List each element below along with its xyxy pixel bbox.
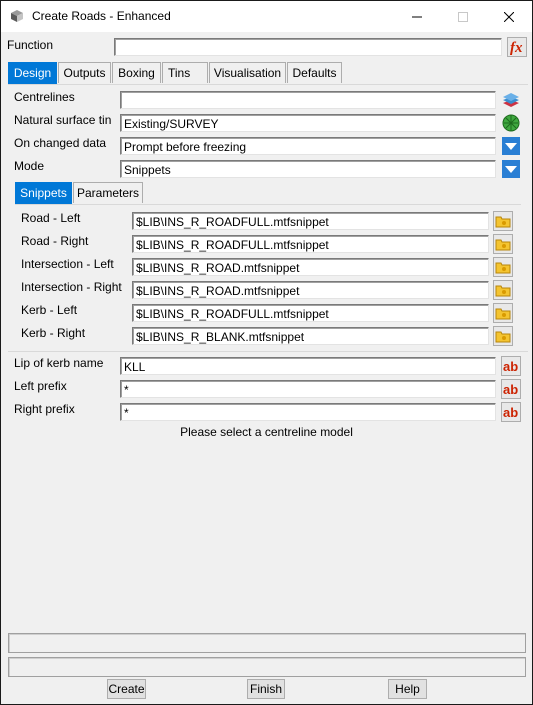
tab-divider: [8, 84, 528, 85]
tab-defaults[interactable]: Defaults: [287, 62, 342, 83]
right-prefix-text-button[interactable]: ab: [501, 402, 521, 422]
folder-icon: [495, 308, 511, 320]
mode-select[interactable]: Snippets: [120, 160, 496, 178]
centrelines-label: Centrelines: [14, 90, 75, 104]
function-label: Function: [7, 38, 54, 52]
triangle-down-icon: [502, 160, 520, 178]
tab-snippets[interactable]: Snippets: [15, 182, 72, 204]
sub-tabs: Snippets Parameters: [15, 182, 521, 204]
tin-globe-icon: [502, 114, 520, 132]
snippet-browse-button[interactable]: [493, 211, 513, 231]
folder-icon: [495, 239, 511, 251]
natural-surface-tin-input[interactable]: Existing/SURVEY: [120, 114, 496, 132]
snippet-file-input[interactable]: $LIB\INS_R_ROADFULL.mtfsnippet: [132, 235, 489, 253]
snippet-label: Road - Right: [21, 234, 89, 248]
snippet-browse-button[interactable]: [493, 326, 513, 346]
svg-text:ab: ab: [503, 382, 518, 397]
centrelines-input[interactable]: [120, 91, 496, 109]
snippet-label: Intersection - Left: [21, 257, 114, 271]
centrelines-pick-button[interactable]: [501, 90, 521, 110]
snippet-label: Road - Left: [21, 211, 81, 225]
snippet-browse-button[interactable]: [493, 257, 513, 277]
finish-button[interactable]: Finish: [247, 679, 285, 699]
dialog-window: Create Roads - Enhanced Function fx Desi…: [0, 0, 533, 705]
snippet-browse-button[interactable]: [493, 280, 513, 300]
svg-text:ab: ab: [503, 405, 518, 420]
on-changed-data-select[interactable]: Prompt before freezing: [120, 137, 496, 155]
minimize-button[interactable]: [394, 1, 440, 32]
ab-text-icon: ab: [503, 359, 518, 374]
sub-tab-divider: [15, 204, 521, 205]
snippet-file-input[interactable]: $LIB\INS_R_BLANK.mtfsnippet: [132, 327, 489, 345]
snippet-label: Intersection - Right: [21, 280, 122, 294]
maximize-icon: [458, 11, 468, 22]
snippet-label: Kerb - Left: [21, 303, 78, 317]
window-title: Create Roads - Enhanced: [32, 9, 171, 23]
svg-text:ab: ab: [503, 359, 518, 374]
on-changed-data-dropdown-button[interactable]: [501, 136, 521, 156]
snippet-label: Kerb - Right: [21, 326, 86, 340]
svg-text:fx: fx: [510, 40, 523, 56]
layers-icon: [503, 93, 519, 107]
mode-dropdown-button[interactable]: [501, 159, 521, 179]
section-divider: [8, 351, 528, 352]
snippet-file-input[interactable]: $LIB\INS_R_ROAD.mtfsnippet: [132, 258, 489, 276]
left-prefix-input[interactable]: *: [120, 380, 496, 398]
status-bar-bottom: [8, 657, 526, 677]
snippet-file-input[interactable]: $LIB\INS_R_ROAD.mtfsnippet: [132, 281, 489, 299]
maximize-button[interactable]: [440, 1, 486, 32]
lip-of-kerb-label: Lip of kerb name: [14, 356, 104, 370]
tin-pick-button[interactable]: [501, 113, 521, 133]
folder-icon: [495, 331, 511, 343]
lip-of-kerb-text-button[interactable]: ab: [501, 356, 521, 376]
right-prefix-label: Right prefix: [14, 402, 75, 416]
title-bar: Create Roads - Enhanced: [1, 1, 532, 32]
status-message: Please select a centreline model: [180, 425, 353, 439]
left-prefix-text-button[interactable]: ab: [501, 379, 521, 399]
close-button[interactable]: [486, 1, 532, 32]
close-icon: [504, 11, 514, 22]
main-tabs: Design Outputs Boxing Tins Visualisation…: [8, 62, 528, 84]
ab-text-icon: ab: [503, 382, 518, 397]
lip-of-kerb-input[interactable]: KLL: [120, 357, 496, 375]
folder-icon: [495, 285, 511, 297]
snippet-browse-button[interactable]: [493, 303, 513, 323]
ab-text-icon: ab: [503, 405, 518, 420]
triangle-down-icon: [502, 137, 520, 155]
tab-parameters[interactable]: Parameters: [73, 182, 143, 203]
function-input[interactable]: [114, 38, 502, 56]
tab-tins[interactable]: Tins: [162, 62, 208, 83]
folder-icon: [495, 262, 511, 274]
snippet-browse-button[interactable]: [493, 234, 513, 254]
app-icon: [11, 10, 23, 22]
tab-design[interactable]: Design: [8, 62, 57, 84]
folder-icon: [495, 216, 511, 228]
natural-surface-tin-label: Natural surface tin: [14, 113, 112, 127]
create-button[interactable]: Create: [107, 679, 146, 699]
left-prefix-label: Left prefix: [14, 379, 67, 393]
function-button[interactable]: fx: [507, 37, 527, 57]
on-changed-data-label: On changed data: [14, 136, 107, 150]
fx-icon: fx: [510, 40, 523, 56]
snippet-file-input[interactable]: $LIB\INS_R_ROADFULL.mtfsnippet: [132, 212, 489, 230]
snippet-file-input[interactable]: $LIB\INS_R_ROADFULL.mtfsnippet: [132, 304, 489, 322]
tab-outputs[interactable]: Outputs: [58, 62, 111, 83]
help-button[interactable]: Help: [388, 679, 427, 699]
mode-label: Mode: [14, 159, 45, 173]
tab-boxing[interactable]: Boxing: [112, 62, 161, 83]
status-bar-top: [8, 633, 526, 653]
tab-visualisation[interactable]: Visualisation: [209, 62, 286, 83]
minimize-icon: [412, 16, 422, 17]
right-prefix-input[interactable]: *: [120, 403, 496, 421]
